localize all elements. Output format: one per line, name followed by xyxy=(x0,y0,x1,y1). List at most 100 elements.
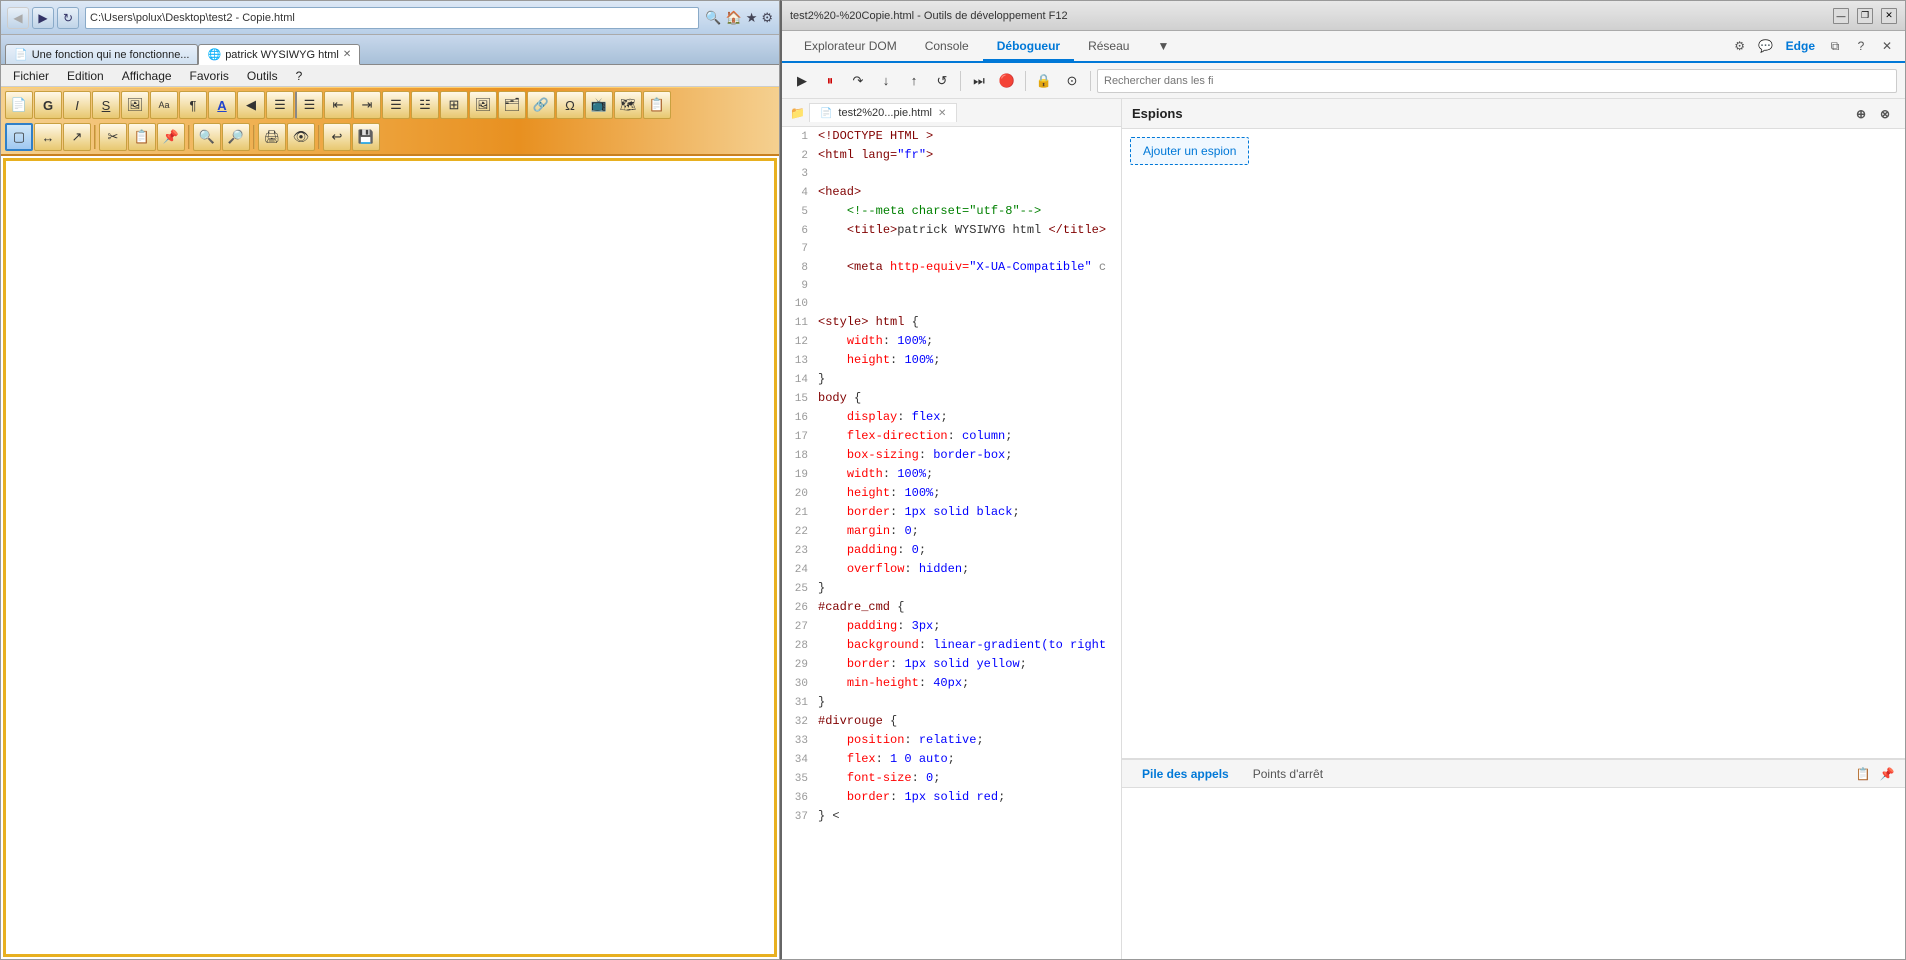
dt-espions-toolbar: ⊕ ⊗ xyxy=(1851,104,1895,124)
btn-align-center[interactable]: ☰ xyxy=(295,91,323,119)
home-icon[interactable]: 🏠 xyxy=(726,10,742,26)
dt-folder-icon[interactable]: 📁 xyxy=(786,104,809,122)
btn-paste[interactable]: 📌 xyxy=(157,123,185,151)
tab-2[interactable]: 🌐 patrick WYSIWYG html ✕ xyxy=(198,44,360,65)
btn-paragraph[interactable]: ¶ xyxy=(179,91,207,119)
btn-form[interactable]: 📋 xyxy=(643,91,671,119)
btn-underline[interactable]: S xyxy=(92,91,120,119)
btn-italic[interactable]: I xyxy=(63,91,91,119)
tab-points-arret[interactable]: Points d'arrêt xyxy=(1241,763,1335,785)
dt-espion-settings-icon[interactable]: ⊗ xyxy=(1875,104,1895,124)
address-bar[interactable]: C:\Users\polux\Desktop\test2 - Copie.htm… xyxy=(85,7,699,29)
code-line-5: 5 <!--meta charset="utf-8"--> xyxy=(782,202,1121,221)
tab-2-close[interactable]: ✕ xyxy=(343,49,351,60)
dt-bottom-icon-1[interactable]: 📋 xyxy=(1853,764,1873,784)
dt-title-text: test2%20-%20Copie.html - Outils de dével… xyxy=(790,10,1825,22)
back-button[interactable]: ◀ xyxy=(7,7,29,29)
forward-button[interactable]: ▶ xyxy=(32,7,54,29)
tab-more[interactable]: ▼ xyxy=(1143,33,1183,61)
tab-console[interactable]: Console xyxy=(911,33,983,61)
btn-insert-img2[interactable]: 🗂 xyxy=(498,91,526,119)
btn-find[interactable]: 🔍 xyxy=(193,123,221,151)
code-line-10: 10 xyxy=(782,295,1121,313)
dt-file-tab[interactable]: 📄 test2%20...pie.html ✕ xyxy=(809,103,957,122)
dt-settings-icon[interactable]: ⚙ xyxy=(1730,36,1750,56)
btn-undo[interactable]: ↩ xyxy=(323,123,351,151)
settings-icon[interactable]: ⚙ xyxy=(761,10,773,26)
dt-play-button[interactable]: ▶ xyxy=(790,69,814,93)
dt-step-out[interactable]: ↑ xyxy=(902,69,926,93)
tab-network[interactable]: Réseau xyxy=(1074,33,1143,61)
code-line-20: 20 height: 100%; xyxy=(782,484,1121,503)
btn-cut[interactable]: ✂ xyxy=(99,123,127,151)
dt-close-icon[interactable]: ✕ xyxy=(1877,36,1897,56)
toolbar-sep-4 xyxy=(318,125,320,149)
btn-image[interactable]: 🖼 xyxy=(121,91,149,119)
btn-select[interactable]: ▢ xyxy=(5,123,33,151)
btn-align-left[interactable]: ☰ xyxy=(266,91,294,119)
btn-resize[interactable]: ↗ xyxy=(63,123,91,151)
dt-detach-icon[interactable]: ⧉ xyxy=(1825,36,1845,56)
btn-embed[interactable]: 📺 xyxy=(585,91,613,119)
btn-zoom[interactable]: 🔎 xyxy=(222,123,250,151)
dt-search-input[interactable] xyxy=(1097,69,1897,93)
dt-breakpoints-toggle[interactable]: 🔴 xyxy=(995,69,1019,93)
dt-file-tabs: 📁 📄 test2%20...pie.html ✕ xyxy=(782,99,1121,127)
dt-ajouter-espion[interactable]: Ajouter un espion xyxy=(1130,137,1249,165)
btn-indent-inc[interactable]: ⇥ xyxy=(353,91,381,119)
dt-break-on-exceptions[interactable]: ⏭ xyxy=(967,69,991,93)
tab-1-label: Une fonction qui ne fonctionne... xyxy=(32,49,190,61)
dt-code-area[interactable]: 1 <!DOCTYPE HTML > 2 <html lang="fr"> 3 … xyxy=(782,127,1121,959)
search-icon[interactable]: 🔍 xyxy=(705,10,721,26)
dt-minimize-button[interactable]: — xyxy=(1833,8,1849,24)
tab-1[interactable]: 📄 Une fonction qui ne fonctionne... xyxy=(5,44,198,64)
btn-move[interactable]: ↔ xyxy=(34,123,62,151)
refresh-button[interactable]: ↻ xyxy=(57,7,79,29)
menu-fichier[interactable]: Fichier xyxy=(5,67,57,85)
menu-help[interactable]: ? xyxy=(288,67,311,85)
btn-text-color[interactable]: A xyxy=(208,91,236,119)
dt-step-into[interactable]: ↓ xyxy=(874,69,898,93)
dt-pause-button[interactable]: ⏸ xyxy=(818,69,842,93)
dt-right-panel: Espions ⊕ ⊗ Ajouter un espion Pile des a… xyxy=(1122,99,1905,959)
dt-bottom-icon-2[interactable]: 📌 xyxy=(1877,764,1897,784)
btn-special-char[interactable]: Ω xyxy=(556,91,584,119)
dt-step-back[interactable]: ↺ xyxy=(930,69,954,93)
dt-maximize-button[interactable]: ❐ xyxy=(1857,8,1873,24)
tab-debugger[interactable]: Débogueur xyxy=(983,33,1074,61)
btn-align-arrow[interactable]: ◀ xyxy=(237,91,265,119)
code-line-36: 36 border: 1px solid red; xyxy=(782,788,1121,807)
file-tab-close[interactable]: ✕ xyxy=(938,108,946,119)
dt-help-icon[interactable]: ? xyxy=(1851,36,1871,56)
btn-insert-img[interactable]: 🖼 xyxy=(469,91,497,119)
btn-print[interactable]: 🖨 xyxy=(258,123,286,151)
tab-pile-appels[interactable]: Pile des appels xyxy=(1130,763,1241,785)
btn-fontsize[interactable]: Aa xyxy=(150,91,178,119)
btn-map[interactable]: 🗺 xyxy=(614,91,642,119)
btn-save[interactable]: 💾 xyxy=(352,123,380,151)
btn-bold[interactable]: G xyxy=(34,91,62,119)
tab-dom-explorer[interactable]: Explorateur DOM xyxy=(790,33,911,61)
editor-area[interactable] xyxy=(3,158,777,957)
menu-outils[interactable]: Outils xyxy=(239,67,286,85)
dt-tab-right: ⚙ 💬 Edge ⧉ ? ✕ xyxy=(1730,36,1897,56)
dt-close-button[interactable]: ✕ xyxy=(1881,8,1897,24)
dt-espion-add-icon[interactable]: ⊕ xyxy=(1851,104,1871,124)
btn-new-doc[interactable]: 📄 xyxy=(5,91,33,119)
btn-copy[interactable]: 📋 xyxy=(128,123,156,151)
dt-grid-icon[interactable]: ⊙ xyxy=(1060,69,1084,93)
dt-lock-icon[interactable]: 🔒 xyxy=(1032,69,1056,93)
btn-list-ul[interactable]: ☰ xyxy=(382,91,410,119)
btn-table[interactable]: ⊞ xyxy=(440,91,468,119)
dt-step-over[interactable]: ↷ xyxy=(846,69,870,93)
btn-link[interactable]: 🔗 xyxy=(527,91,555,119)
dt-feedback-icon[interactable]: 💬 xyxy=(1756,36,1776,56)
btn-indent-dec[interactable]: ⇤ xyxy=(324,91,352,119)
code-line-13: 13 height: 100%; xyxy=(782,351,1121,370)
menu-edition[interactable]: Edition xyxy=(59,67,112,85)
menu-affichage[interactable]: Affichage xyxy=(114,67,180,85)
btn-preview[interactable]: 👁 xyxy=(287,123,315,151)
btn-list-ol[interactable]: ☳ xyxy=(411,91,439,119)
star-icon[interactable]: ★ xyxy=(746,10,758,26)
menu-favoris[interactable]: Favoris xyxy=(182,67,237,85)
